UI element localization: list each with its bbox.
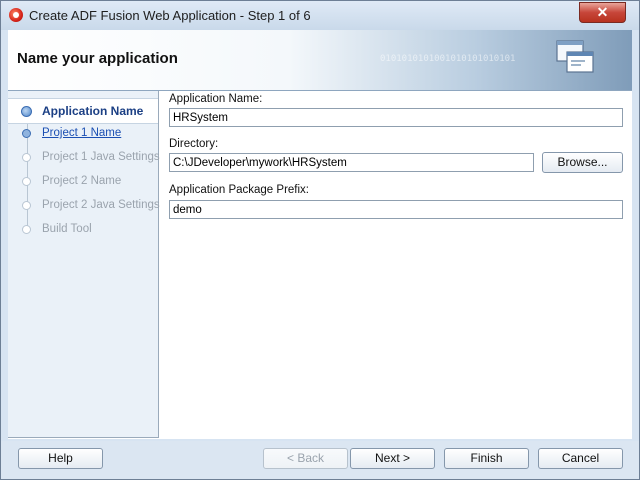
package-prefix-field[interactable]: demo bbox=[169, 200, 623, 219]
nav-step-label: Build Tool bbox=[42, 223, 92, 235]
nav-step-label: Project 2 Name bbox=[42, 175, 122, 187]
step-node-icon bbox=[22, 153, 31, 162]
step-node-icon bbox=[22, 129, 31, 138]
jdeveloper-app-icon bbox=[9, 8, 23, 22]
nav-step-label: Project 1 Name bbox=[42, 127, 122, 139]
finish-button[interactable]: Finish bbox=[444, 448, 529, 469]
step-node-icon bbox=[22, 177, 31, 186]
wizard-content: Application Name Project 1 Name Project … bbox=[8, 91, 632, 439]
wizard-header: Name your application 010101010100101010… bbox=[8, 30, 632, 91]
package-prefix-label: Application Package Prefix: bbox=[169, 184, 309, 196]
current-step-icon bbox=[21, 106, 32, 117]
browse-button[interactable]: Browse... bbox=[542, 152, 623, 173]
wizard-steps-nav: Application Name Project 1 Name Project … bbox=[8, 91, 160, 438]
nav-step-build-tool: Build Tool bbox=[8, 218, 158, 242]
step-node-icon bbox=[22, 201, 31, 210]
directory-field[interactable]: C:\JDeveloper\mywork\HRSystem bbox=[169, 153, 534, 172]
nav-step-label: Project 1 Java Settings bbox=[42, 151, 160, 163]
title-bar: Create ADF Fusion Web Application - Step… bbox=[1, 1, 639, 30]
back-button[interactable]: < Back bbox=[263, 448, 348, 469]
nav-step-label: Application Name bbox=[42, 104, 144, 118]
wizard-window: Create ADF Fusion Web Application - Step… bbox=[0, 0, 640, 480]
nav-step-label: Project 2 Java Settings bbox=[42, 199, 160, 211]
help-button[interactable]: Help bbox=[18, 448, 103, 469]
nav-step-project-1-java-settings: Project 1 Java Settings bbox=[8, 146, 160, 170]
nav-step-project-2-java-settings: Project 2 Java Settings bbox=[8, 194, 160, 218]
directory-label: Directory: bbox=[169, 138, 219, 150]
nav-step-project-2-name: Project 2 Name bbox=[8, 170, 158, 194]
next-button[interactable]: Next > bbox=[350, 448, 435, 469]
window-title: Create ADF Fusion Web Application - Step… bbox=[29, 8, 311, 23]
window-close-button[interactable]: ✕ bbox=[579, 2, 626, 23]
page-title: Name your application bbox=[17, 50, 178, 67]
application-form: Application Name: HRSystem Directory: C:… bbox=[158, 91, 632, 437]
cancel-button[interactable]: Cancel bbox=[538, 448, 623, 469]
app-name-field[interactable]: HRSystem bbox=[169, 108, 623, 127]
nav-step-project-1-name[interactable]: Project 1 Name bbox=[8, 122, 158, 146]
wizard-footer: Help < Back Next > Finish Cancel bbox=[1, 441, 639, 479]
app-name-label: Application Name: bbox=[169, 93, 263, 105]
application-windows-icon bbox=[556, 40, 594, 73]
binary-decoration: 0101010101001010101010101 bbox=[380, 54, 516, 64]
nav-step-application-name[interactable]: Application Name bbox=[8, 98, 158, 124]
step-node-icon bbox=[22, 225, 31, 234]
